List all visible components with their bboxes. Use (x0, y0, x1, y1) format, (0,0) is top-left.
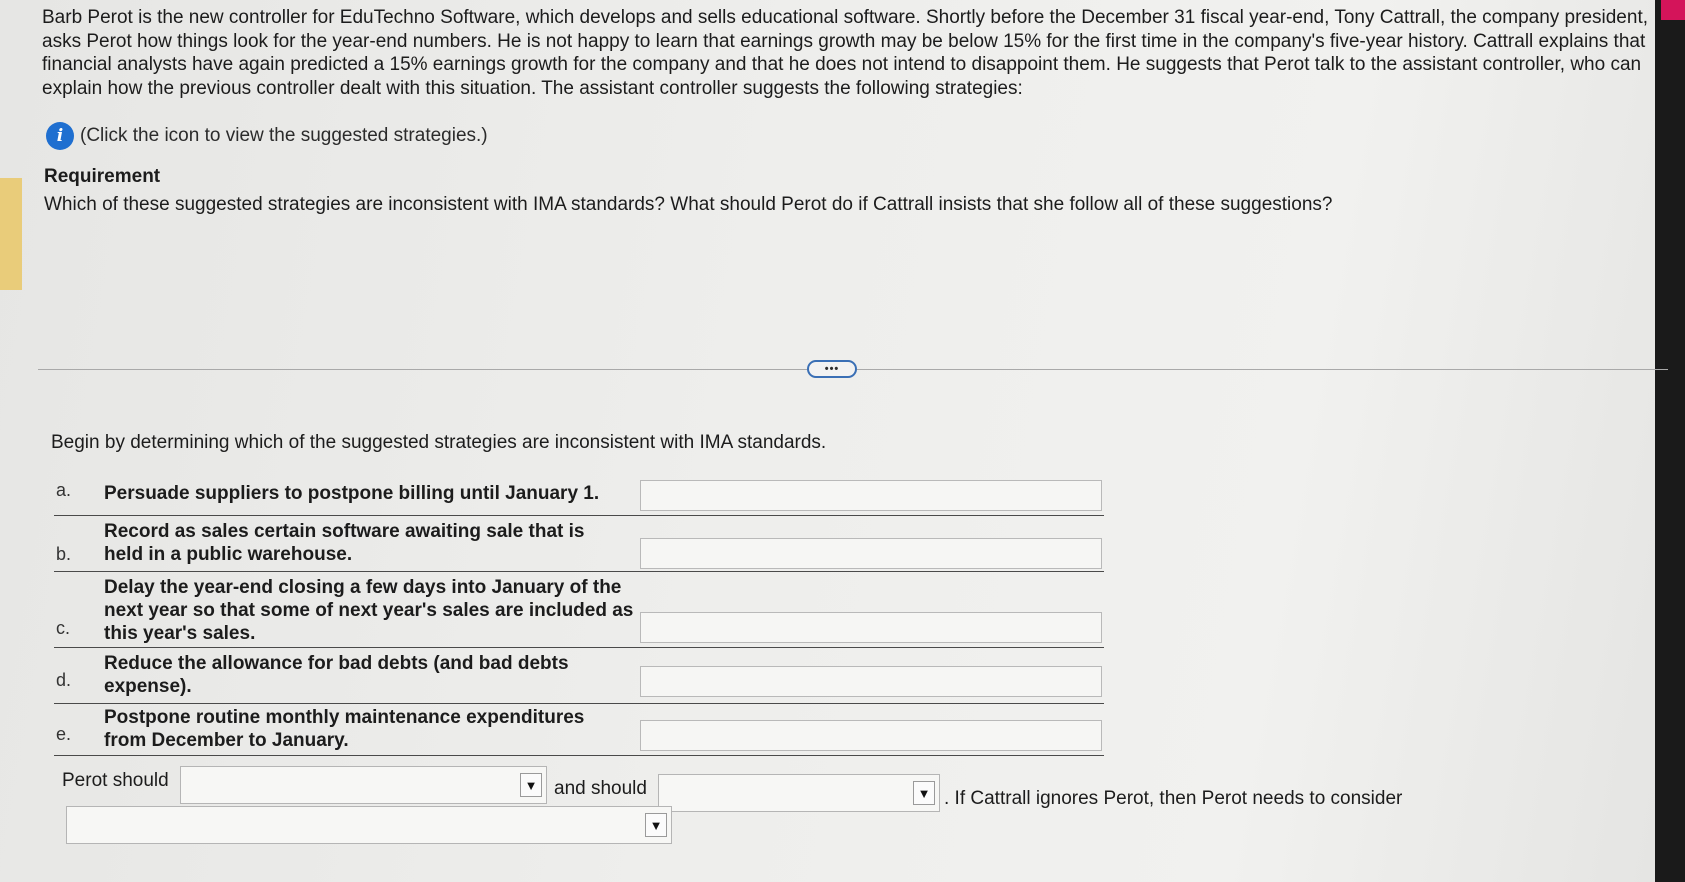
strategy-text: Delay the year-end closing a few days in… (104, 577, 634, 644)
task-instruction: Begin by determining which of the sugges… (51, 432, 827, 453)
strategy-answer-box-d[interactable] (640, 666, 1102, 697)
perot-should-row: Perot should ▼ and should ▼ . If Cattral… (62, 766, 1622, 866)
strategy-text: Record as sales certain software awaitin… (104, 521, 585, 565)
strategy-letter: d. (56, 670, 72, 690)
strategy-row-a: a. Persuade suppliers to postpone billin… (54, 476, 1104, 516)
strategy-row-b: b. Record as sales certain software awai… (54, 516, 1104, 572)
strategy-letter: c. (56, 618, 71, 638)
expand-more-button[interactable]: ••• (807, 360, 857, 378)
strategy-text: Persuade suppliers to postpone billing u… (104, 483, 600, 504)
strategy-answer-box-b[interactable] (640, 538, 1102, 569)
perot-should-select-2[interactable]: ▼ (658, 774, 940, 812)
strategy-answer-box-c[interactable] (640, 612, 1102, 643)
left-accent-bar (0, 178, 22, 290)
strategy-letter: a. (56, 480, 72, 500)
strategy-row-d: d. Reduce the allowance for bad debts (a… (54, 648, 1104, 704)
strategy-row-c: c. Delay the year-end closing a few days… (54, 572, 1104, 648)
requirement-text: Which of these suggested strategies are … (44, 194, 1333, 215)
perot-consider-select[interactable]: ▼ (66, 806, 672, 844)
requirement-title: Requirement (44, 166, 161, 187)
chevron-down-icon[interactable]: ▼ (913, 781, 935, 805)
strategy-text: Postpone routine monthly maintenance exp… (104, 707, 585, 751)
info-icon[interactable]: i (46, 122, 74, 150)
strategy-letter: b. (56, 544, 72, 564)
perot-should-label: Perot should (62, 770, 169, 791)
if-ignores-label: . If Cattrall ignores Perot, then Perot … (944, 788, 1403, 809)
problem-intro: Barb Perot is the new controller for Edu… (42, 7, 1649, 99)
chevron-down-icon[interactable]: ▼ (520, 773, 542, 797)
perot-should-select-1[interactable]: ▼ (180, 766, 547, 804)
strategy-row-e: e. Postpone routine monthly maintenance … (54, 704, 1104, 756)
info-text[interactable]: (Click the icon to view the suggested st… (80, 125, 488, 147)
strategy-answer-box-a[interactable] (640, 480, 1102, 511)
strategy-text: Reduce the allowance for bad debts (and … (104, 653, 569, 697)
chevron-down-icon[interactable]: ▼ (645, 813, 667, 837)
window-edge (1655, 0, 1685, 882)
strategy-letter: e. (56, 724, 72, 744)
strategies-info-link[interactable]: i (Click the icon to view the suggested … (46, 122, 488, 150)
and-should-label: and should (554, 778, 647, 799)
strategy-answer-box-e[interactable] (640, 720, 1102, 751)
